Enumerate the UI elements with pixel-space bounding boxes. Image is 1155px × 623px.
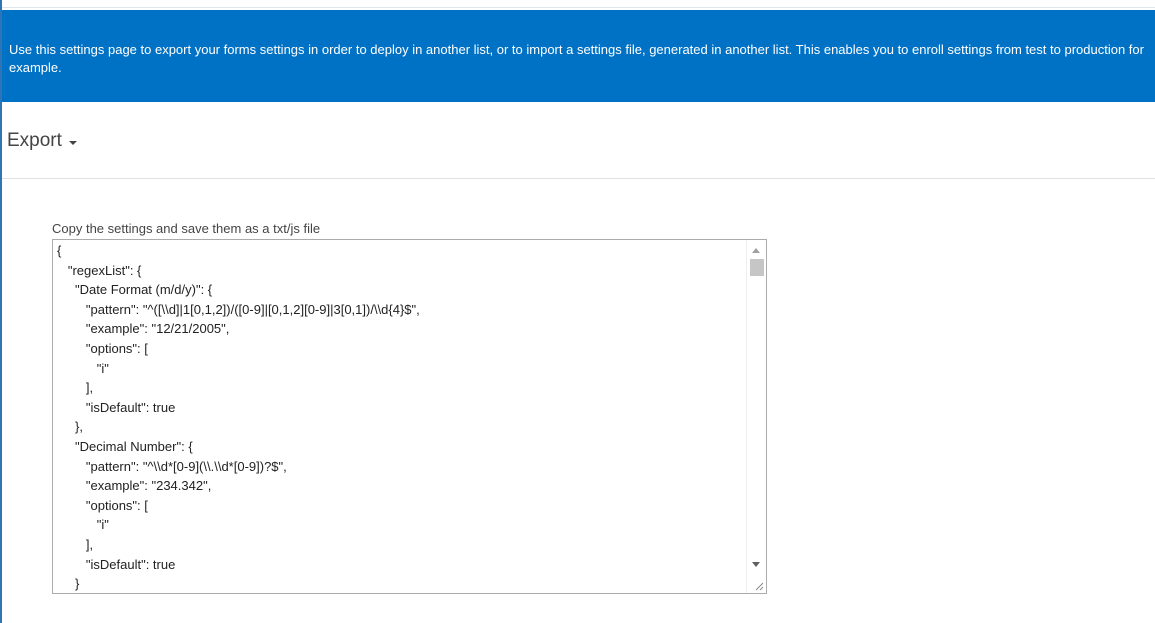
caret-down-icon	[68, 141, 77, 145]
scroll-down-arrow-icon[interactable]	[752, 562, 760, 567]
settings-textarea-content[interactable]: { "regexList": { "Date Format (m/d/y)": …	[57, 241, 745, 593]
info-banner: Use this settings page to export your fo…	[2, 10, 1155, 102]
export-section-toggle[interactable]: Export	[7, 130, 77, 152]
settings-page: Use this settings page to export your fo…	[0, 0, 1155, 623]
top-strip	[0, 0, 1155, 8]
scroll-up-arrow-icon[interactable]	[752, 248, 760, 253]
info-banner-text: Use this settings page to export your fo…	[9, 42, 1144, 75]
top-strip-line	[0, 7, 1155, 8]
export-section-title: Export	[7, 130, 62, 151]
settings-textarea[interactable]: { "regexList": { "Date Format (m/d/y)": …	[52, 239, 767, 594]
scrollbar-thumb[interactable]	[750, 259, 764, 276]
settings-textarea-label: Copy the settings and save them as a txt…	[52, 221, 321, 236]
vertical-scrollbar[interactable]	[746, 240, 766, 593]
section-divider	[2, 178, 1155, 179]
resize-grip-icon[interactable]	[754, 581, 764, 591]
